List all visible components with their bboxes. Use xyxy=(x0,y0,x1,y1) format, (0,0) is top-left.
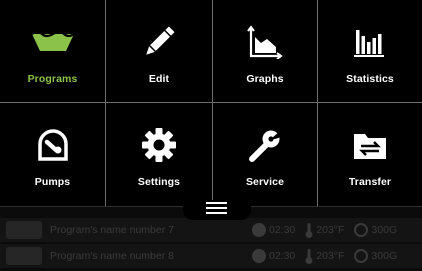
menu-tile-label: Graphs xyxy=(246,73,284,85)
program-thumbnail xyxy=(6,221,42,239)
screen: Program's name number 7 02:30 203°F 300G… xyxy=(0,0,422,271)
basin-icon xyxy=(30,31,75,51)
spin-icon xyxy=(354,223,369,237)
program-thumbnail xyxy=(6,247,42,265)
menu-tile-graphs[interactable]: Graphs xyxy=(213,0,318,103)
program-name: Program's name number 8 xyxy=(50,250,174,262)
menu-tile-service[interactable]: Service xyxy=(213,103,318,207)
bar-chart-icon xyxy=(354,30,384,57)
menu-tile-edit[interactable]: Edit xyxy=(106,0,213,103)
thermometer-icon xyxy=(305,222,313,238)
pencil-icon xyxy=(146,26,175,55)
program-row[interactable]: Program's name number 7 02:30 203°F 300G xyxy=(0,218,422,242)
menu-tile-label: Service xyxy=(245,176,285,188)
menu-tile-label: Settings xyxy=(137,176,181,188)
pump-icon xyxy=(37,129,68,161)
program-time: 02:30 xyxy=(269,250,296,262)
program-speed: 300G xyxy=(371,224,398,236)
gear-icon xyxy=(142,128,176,162)
menu-tile-pumps[interactable]: Pumps xyxy=(0,103,106,207)
main-menu: Programs Edit Graphs Statistics Pumps Se… xyxy=(0,0,422,207)
program-time: 02:30 xyxy=(269,224,296,236)
clock-icon xyxy=(252,249,266,263)
menu-tile-statistics[interactable]: Statistics xyxy=(318,0,422,103)
menu-tile-label: Statistics xyxy=(346,73,394,85)
hamburger-menu-icon[interactable] xyxy=(206,202,227,215)
menu-tile-programs[interactable]: Programs xyxy=(0,0,106,103)
menu-tile-label: Transfer xyxy=(348,176,392,188)
thermometer-icon xyxy=(305,248,313,264)
program-speed: 300G xyxy=(371,250,398,262)
menu-tile-settings[interactable]: Settings xyxy=(106,103,213,207)
wrench-icon xyxy=(249,130,281,162)
menu-tile-label: Pumps xyxy=(34,176,71,188)
program-name: Program's name number 7 xyxy=(50,224,174,236)
clock-icon xyxy=(252,223,266,237)
menu-tile-label: Edit xyxy=(148,73,170,85)
program-temperature: 203°F xyxy=(316,250,345,262)
menu-tile-label: Programs xyxy=(27,73,78,85)
area-graph-icon xyxy=(247,25,283,59)
menu-tile-transfer[interactable]: Transfer xyxy=(318,103,422,207)
program-temperature: 203°F xyxy=(316,224,345,236)
spin-icon xyxy=(354,249,369,263)
program-row[interactable]: Program's name number 8 02:30 203°F 300G xyxy=(0,244,422,268)
folder-transfer-icon xyxy=(354,134,386,159)
